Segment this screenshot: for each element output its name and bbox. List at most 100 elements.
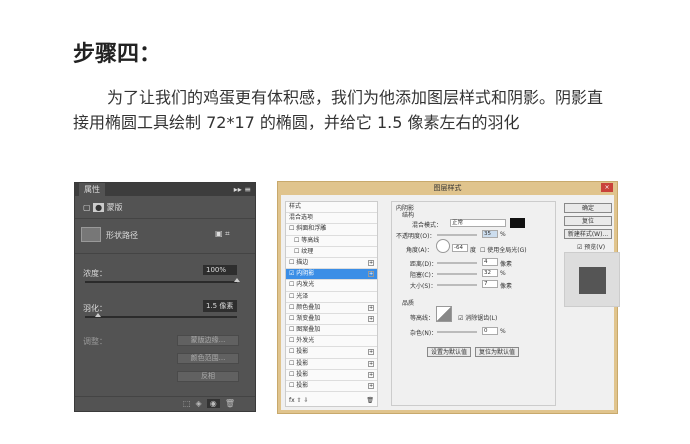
style-item[interactable]: ☐ 斜面和浮雕 [286, 224, 377, 236]
style-item[interactable]: ☐ 渐变叠加 + [286, 314, 377, 326]
reset-default-button[interactable]: 复位为默认值 [475, 347, 519, 357]
angle-dial[interactable] [436, 239, 450, 253]
style-item[interactable]: ☐ 纹理 [286, 247, 377, 258]
contour-picker[interactable] [436, 306, 452, 322]
opacity-slider[interactable] [437, 234, 477, 236]
step-heading: 步骤四： [73, 42, 162, 67]
mask-edge-button[interactable]: 蒙版边缘... [177, 335, 239, 346]
px: 像素 [500, 261, 513, 268]
distance-input[interactable]: 4 [482, 258, 498, 266]
style-item[interactable]: ☐ 投影 + [286, 381, 377, 393]
preview-swatch [579, 267, 606, 294]
style-item[interactable]: ☐ 投影 + [286, 359, 377, 370]
pct: % [500, 270, 506, 277]
px: 像素 [500, 283, 513, 290]
distance-slider[interactable] [437, 262, 477, 264]
angle-label: 角度(A)： [406, 247, 433, 254]
style-item-label: 光泽 [296, 292, 309, 300]
add-icon[interactable]: + [368, 271, 374, 278]
quality-title: 品质 [402, 300, 415, 307]
style-item[interactable]: ☐ 投影 + [286, 370, 377, 381]
choke-label: 阻塞(C)： [410, 272, 437, 279]
panel-footer-icons[interactable]: ⬚ ◈ ◉ 🗑 [75, 396, 255, 411]
shape-label: 形状路径 [106, 231, 138, 240]
style-item[interactable]: ☑ 内阴影 + [286, 269, 377, 281]
reset-button[interactable]: 复位 [564, 216, 612, 226]
add-icon[interactable]: + [368, 315, 374, 322]
noise-slider[interactable] [437, 331, 477, 333]
path-icons[interactable]: ▣ ⌗ [215, 229, 230, 239]
style-item[interactable]: ☐ 描边 + [286, 258, 377, 270]
style-list: 样式 混合选项 ☐ 斜面和浮雕 ☐ 等高线 ☐ 纹理 ☐ 描边 + ☑ 内阴影 + ☐ 内发光 ☐ … [285, 201, 378, 407]
style-item-label: 混合选项 [289, 214, 314, 222]
adjust-label: 调整： [83, 337, 107, 346]
style-item[interactable]: ☐ 图案叠加 [286, 325, 377, 337]
choke-input[interactable]: 32 [482, 269, 498, 277]
density-slider[interactable] [85, 278, 240, 283]
feather-input[interactable]: 1.5 像素 [203, 300, 237, 312]
blend-label: 混合模式： [412, 222, 443, 229]
dialog-title: 图层样式 [433, 184, 462, 192]
new-style-button[interactable]: 新建样式(W)... [564, 229, 612, 239]
size-input[interactable]: 7 [482, 280, 498, 288]
noise-label: 杂色(N)： [410, 330, 438, 337]
style-item-label: 外发光 [296, 337, 315, 345]
style-item-label: 投影 [296, 382, 309, 389]
size-slider[interactable] [437, 284, 477, 286]
size-label: 大小(S)： [410, 283, 437, 290]
pixel-mask-icon[interactable]: ▢ [83, 203, 91, 212]
add-icon[interactable]: + [368, 360, 374, 367]
style-item[interactable]: ☐ 内发光 [286, 280, 377, 292]
style-item[interactable]: ☐ 等高线 [286, 236, 377, 247]
preview-checkbox[interactable]: ☑ 预览(V) [577, 242, 605, 251]
style-item-label: 斜面和浮雕 [296, 225, 327, 233]
close-button[interactable]: × [601, 183, 613, 192]
layer-style-dialog: 图层样式 × 样式 混合选项 ☐ 斜面和浮雕 ☐ 等高线 ☐ 纹理 ☐ 描边 + ☑ 内阴影 +… [277, 181, 620, 414]
style-item[interactable]: ☐ 外发光 [286, 336, 377, 348]
density-label: 浓度： [83, 269, 107, 278]
list-footer-icons[interactable]: fx ⇧ ⇩ 🗑 [289, 397, 374, 404]
add-icon[interactable]: + [368, 259, 374, 266]
invert-button[interactable]: 反相 [177, 371, 239, 382]
feather-slider[interactable] [85, 313, 237, 318]
inner-shadow-settings: 内阴影 结构 混合模式： 正常 不透明度(O)： 35 % 角度(A)： -64… [391, 201, 556, 406]
add-icon[interactable]: + [368, 304, 374, 311]
angle-input[interactable]: -64 [452, 244, 468, 252]
antialias-checkbox[interactable]: ☑ 消除锯齿(L) [458, 313, 497, 322]
style-item-label: 描边 [296, 258, 309, 266]
style-item[interactable]: ☐ 光泽 [286, 292, 377, 303]
color-range-button[interactable]: 颜色范围... [177, 353, 239, 364]
blend-mode-select[interactable]: 正常 [450, 219, 506, 227]
style-item-label: 等高线 [301, 236, 320, 244]
style-item[interactable]: ☐ 颜色叠加 + [286, 303, 377, 314]
style-item-label: 渐变叠加 [296, 314, 321, 322]
style-item[interactable]: 混合选项 [286, 213, 377, 225]
add-icon[interactable]: + [368, 349, 374, 356]
add-icon[interactable]: + [368, 383, 374, 389]
style-item-label: 颜色叠加 [296, 303, 321, 311]
noise-input[interactable]: 0 [482, 327, 498, 335]
vector-mask-icon[interactable]: ● [93, 203, 105, 212]
panel-menu-icon[interactable]: ▸▸ ≡ [234, 185, 251, 194]
shadow-color-swatch[interactable] [510, 218, 525, 228]
set-default-button[interactable]: 设置为默认值 [427, 347, 471, 357]
deg: 度 [470, 247, 477, 254]
style-item-label: 图案叠加 [296, 326, 321, 334]
mask-label: 蒙版 [106, 203, 123, 212]
opacity-input[interactable]: 35 [482, 230, 498, 238]
ok-button[interactable]: 确定 [564, 203, 612, 213]
contour-label: 等高线： [410, 315, 435, 322]
pct: % [500, 231, 506, 238]
density-input[interactable]: 100% [203, 265, 237, 275]
style-item[interactable]: ☐ 投影 + [286, 347, 377, 359]
structure-title: 结构 [402, 212, 415, 219]
properties-tab[interactable]: 属性 [79, 183, 105, 196]
properties-panel: 属性 ▸▸ ≡ ▢ ● 蒙版 形状路径 ▣ ⌗ 浓度： 100% 羽化： 1.5 … [74, 182, 256, 412]
global-light-checkbox[interactable]: ☐ 使用全局光(G) [480, 245, 527, 254]
style-item-label: 投影 [296, 370, 309, 378]
style-item[interactable]: 样式 [286, 202, 377, 214]
choke-slider[interactable] [437, 273, 477, 275]
distance-label: 距离(D)： [410, 261, 438, 268]
add-icon[interactable]: + [368, 371, 374, 378]
style-item-label: 样式 [289, 203, 302, 210]
